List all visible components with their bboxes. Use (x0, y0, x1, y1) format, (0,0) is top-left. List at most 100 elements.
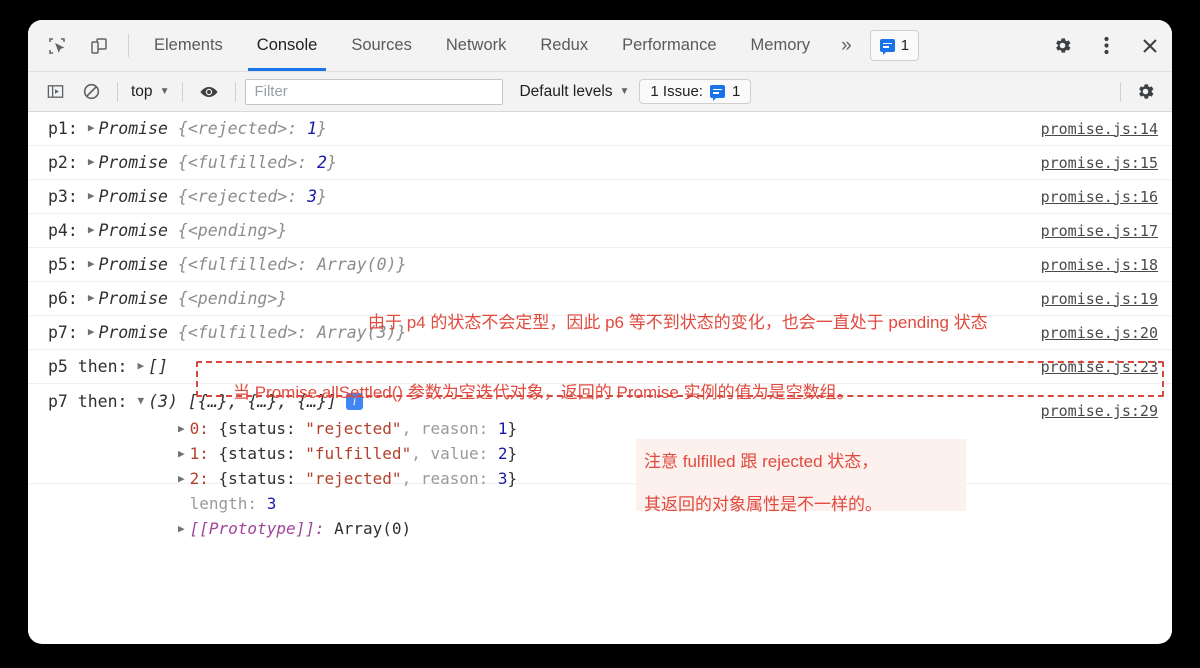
expand-arrow-icon[interactable]: ▶ (178, 472, 185, 485)
row-value: Promise {<fulfilled>: Array(3)} (98, 323, 406, 342)
gear-icon[interactable] (1040, 20, 1084, 72)
row-label: p2: (48, 153, 78, 172)
expand-arrow-icon[interactable]: ▶ (88, 291, 95, 304)
more-tabs-icon[interactable]: » (827, 20, 866, 71)
clear-console-icon[interactable] (74, 77, 108, 107)
prototype-value: Array(0) (334, 519, 412, 538)
console-filter-bar: top ▼ Default levels ▼ 1 Issue: 1 (28, 72, 1172, 112)
promise-class: Promise (98, 221, 168, 240)
tree-entry[interactable]: ▶ 0: {status: "rejected", reason: 1} (178, 416, 517, 441)
expand-arrow-icon[interactable]: ▶ (178, 522, 185, 535)
expand-arrow-icon[interactable]: ▶ (137, 359, 144, 372)
promise-class: Promise (98, 119, 168, 138)
issues-button[interactable]: 1 Issue: 1 (639, 79, 752, 104)
row-value: Promise {<fulfilled>: Array(0)} (98, 255, 406, 274)
expand-arrow-icon[interactable]: ▶ (88, 325, 95, 338)
execution-context-selector[interactable]: top ▼ (127, 83, 173, 101)
tree-entry[interactable]: ▶ 1: {status: "fulfilled", value: 2} (178, 441, 517, 466)
promise-state: {<pending>} (177, 289, 288, 308)
expand-arrow-icon[interactable]: ▶ (88, 189, 95, 202)
more-options-icon[interactable] (1084, 20, 1128, 72)
promise-state: {<pending>} (177, 221, 288, 240)
expand-arrow-icon[interactable]: ▶ (178, 447, 185, 460)
log-levels-label: Default levels (519, 82, 613, 100)
chevron-down-icon: ▼ (619, 86, 630, 97)
tab-redux[interactable]: Redux (523, 20, 605, 71)
source-link[interactable]: promise.js:15 (1041, 154, 1158, 172)
source-link[interactable]: promise.js:17 (1041, 222, 1158, 240)
source-link[interactable]: promise.js:16 (1041, 188, 1158, 206)
promise-class: Promise (98, 153, 168, 172)
entry-value: 1 (497, 419, 508, 438)
close-icon[interactable] (1128, 20, 1172, 72)
filter-input[interactable] (245, 78, 504, 105)
console-row[interactable]: p6: ▶ Promise {<pending>} promise.js:19 (28, 282, 1172, 316)
tab-elements[interactable]: Elements (137, 20, 240, 71)
tab-label: Performance (622, 36, 717, 54)
tab-label: Console (256, 36, 318, 54)
tab-performance[interactable]: Performance (605, 20, 733, 71)
entry-close: } (507, 469, 518, 488)
entry-sep: , value: (411, 444, 489, 463)
source-link[interactable]: promise.js:23 (1041, 358, 1158, 376)
entry-status: "rejected" (305, 469, 402, 488)
expand-arrow-icon[interactable]: ▶ (178, 422, 185, 435)
tab-memory[interactable]: Memory (734, 20, 828, 71)
array-summary: (3) [{…}, {…}, {…}] (148, 391, 337, 411)
console-message-list[interactable]: p1: ▶ Promise {<rejected>: 1} promise.js… (28, 112, 1172, 643)
devtools-window: Elements Console Sources Network Redux P… (28, 20, 1172, 644)
issues-count: 1 (900, 37, 910, 54)
expand-arrow-icon[interactable]: ▶ (88, 223, 95, 236)
prototype-key: [[Prototype]]: (189, 519, 325, 538)
issues-count: 1 (731, 83, 741, 100)
log-levels-selector[interactable]: Default levels ▼ (519, 83, 629, 101)
promise-class: Promise (98, 187, 168, 206)
gear-icon[interactable] (1128, 77, 1162, 107)
console-row-p7-then[interactable]: p7 then: ▼ (3) [{…}, {…}, {…}] i promise… (28, 384, 1172, 538)
promise-brace: } (326, 153, 337, 172)
entry-sep: , reason: (401, 419, 489, 438)
source-link[interactable]: promise.js:20 (1041, 324, 1158, 342)
expand-arrow-icon[interactable]: ▶ (88, 121, 95, 134)
promise-state: {<rejected>: (177, 187, 298, 206)
more-tabs-label: » (841, 34, 852, 56)
entry-open: {status: (218, 419, 296, 438)
length-key: length: (189, 494, 258, 513)
object-tree: ▶ 0: {status: "rejected", reason: 1} ▶ 1… (28, 414, 517, 541)
console-row[interactable]: p2: ▶ Promise {<fulfilled>: 2} promise.j… (28, 146, 1172, 180)
expand-arrow-icon[interactable]: ▶ (88, 257, 95, 270)
console-sidebar-icon[interactable] (38, 77, 72, 107)
expand-arrow-icon[interactable]: ▶ (88, 155, 95, 168)
tab-network[interactable]: Network (429, 20, 524, 71)
live-expression-icon[interactable] (192, 77, 226, 107)
promise-brace: } (317, 119, 327, 138)
tab-sources[interactable]: Sources (334, 20, 429, 71)
source-link[interactable]: promise.js:19 (1041, 290, 1158, 308)
console-row[interactable]: p1: ▶ Promise {<rejected>: 1} promise.js… (28, 112, 1172, 146)
source-link[interactable]: promise.js:18 (1041, 256, 1158, 274)
issue-message-icon (709, 85, 725, 101)
issues-counter-chip[interactable]: 1 (869, 30, 920, 61)
entry-status: "rejected" (305, 419, 402, 438)
promise-class: Promise (98, 323, 168, 342)
console-row[interactable]: p7: ▶ Promise {<fulfilled>: Array(3)} pr… (28, 316, 1172, 350)
source-link[interactable]: promise.js:29 (1041, 402, 1158, 420)
device-toolbar-icon[interactable] (78, 20, 120, 71)
source-link[interactable]: promise.js:14 (1041, 120, 1158, 138)
entry-sep: , reason: (401, 469, 489, 488)
entry-close: } (507, 419, 518, 438)
console-row-p5-then[interactable]: p5 then: ▶ [] promise.js:23 (28, 350, 1172, 384)
console-row[interactable]: p4: ▶ Promise {<pending>} promise.js:17 (28, 214, 1172, 248)
inspect-element-icon[interactable] (36, 20, 78, 71)
issue-message-icon (879, 39, 895, 55)
tree-entry[interactable]: ▶ 2: {status: "rejected", reason: 3} (178, 466, 517, 491)
collapse-arrow-icon[interactable]: ▼ (137, 394, 144, 407)
console-row[interactable]: p5: ▶ Promise {<fulfilled>: Array(0)} pr… (28, 248, 1172, 282)
entry-open: {status: (218, 469, 296, 488)
tree-prototype-row[interactable]: ▶ [[Prototype]]: Array(0) (178, 516, 517, 541)
console-row[interactable]: p3: ▶ Promise {<rejected>: 3} promise.js… (28, 180, 1172, 214)
tab-console[interactable]: Console (240, 20, 335, 71)
info-icon[interactable]: i (345, 392, 363, 410)
row-label: p6: (48, 289, 78, 308)
promise-result: 3 (307, 187, 318, 206)
